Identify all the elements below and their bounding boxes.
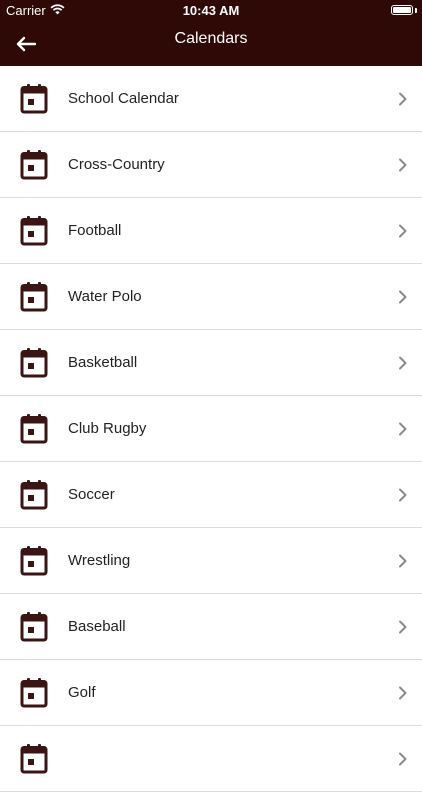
list-item-label: School Calendar <box>68 90 179 107</box>
calendar-icon <box>20 216 48 246</box>
calendar-icon <box>20 678 48 708</box>
list-item-label: Wrestling <box>68 552 131 569</box>
list-item-label: Soccer <box>68 486 115 503</box>
list-item[interactable]: Golf <box>0 660 422 726</box>
list-item[interactable]: Baseball <box>0 594 422 660</box>
chevron-right-icon <box>398 92 408 106</box>
calendar-list: School Calendar Cross-Country Football Wate… <box>0 66 422 792</box>
calendar-icon <box>20 612 48 642</box>
battery-icon <box>391 5 413 15</box>
calendar-icon <box>20 744 48 774</box>
calendar-icon <box>20 480 48 510</box>
battery-fill <box>393 7 411 13</box>
chevron-right-icon <box>398 224 408 238</box>
status-bar: Carrier 10:43 AM <box>0 0 422 22</box>
list-item[interactable]: Basketball <box>0 330 422 396</box>
list-item-label: Water Polo <box>68 288 142 305</box>
calendar-icon <box>20 84 48 114</box>
list-item-label: Baseball <box>68 618 126 635</box>
status-time: 10:43 AM <box>182 3 240 18</box>
list-item[interactable]: School Calendar <box>0 66 422 132</box>
battery-tip <box>415 8 417 13</box>
chevron-right-icon <box>398 290 408 304</box>
header: Carrier 10:43 AM Calendars <box>0 0 422 66</box>
chevron-right-icon <box>398 752 408 766</box>
calendar-icon <box>20 282 48 312</box>
chevron-right-icon <box>398 686 408 700</box>
chevron-right-icon <box>398 422 408 436</box>
list-item-label: Basketball <box>68 354 138 371</box>
list-item-label: Golf <box>68 684 96 701</box>
list-item[interactable]: Soccer <box>0 462 422 528</box>
chevron-right-icon <box>398 356 408 370</box>
list-item-label: Cross-Country <box>68 156 165 173</box>
chevron-right-icon <box>398 554 408 568</box>
calendar-icon <box>20 414 48 444</box>
chevron-right-icon <box>398 620 408 634</box>
list-item-label: Club Rugby <box>68 420 147 437</box>
list-item-label: Football <box>68 222 122 239</box>
calendar-icon <box>20 348 48 378</box>
list-item[interactable]: Wrestling <box>0 528 422 594</box>
nav-bar: Calendars <box>0 22 422 66</box>
list-item[interactable]: Club Rugby <box>0 396 422 462</box>
chevron-right-icon <box>398 488 408 502</box>
calendar-icon <box>20 546 48 576</box>
list-item[interactable]: Water Polo <box>0 264 422 330</box>
page-title: Calendars <box>174 30 248 47</box>
list-item[interactable]: Cross-Country <box>0 132 422 198</box>
chevron-right-icon <box>398 158 408 172</box>
list-item[interactable]: Football <box>0 198 422 264</box>
list-item[interactable] <box>0 726 422 792</box>
calendar-icon <box>20 150 48 180</box>
